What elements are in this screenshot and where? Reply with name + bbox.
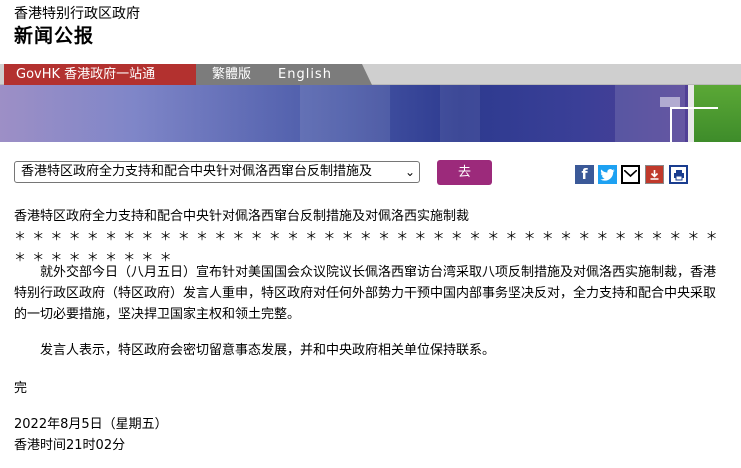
download-icon[interactable] bbox=[645, 165, 664, 184]
release-time: 香港时间21时02分 bbox=[14, 438, 126, 453]
article-paragraph: 就外交部今日（八月五日）宣布针对美国国会众议院议长佩洛西窜访台湾采取八项反制措施… bbox=[14, 265, 717, 322]
email-icon[interactable] bbox=[621, 165, 640, 184]
govhk-link[interactable]: GovHK 香港政府一站通 bbox=[4, 64, 206, 85]
go-button[interactable]: 去 bbox=[437, 160, 492, 185]
twitter-icon[interactable] bbox=[598, 165, 617, 184]
print-icon[interactable] bbox=[669, 165, 688, 184]
article-title: 香港特区政府全力支持和配合中央针对佩洛西窜台反制措施及对佩洛西实施制裁 bbox=[14, 209, 470, 224]
article-end-mark: 完 bbox=[14, 381, 28, 396]
top-nav-bar: GovHK 香港政府一站通 繁體版 English bbox=[0, 64, 741, 85]
press-release-select[interactable]: 香港特区政府全力支持和配合中央针对佩洛西窜台反制措施及 ⌄ bbox=[14, 161, 420, 183]
facebook-icon[interactable]: f bbox=[575, 165, 594, 184]
page-header: 香港特别行政区政府 新闻公报 bbox=[14, 5, 140, 49]
chevron-down-icon: ⌄ bbox=[404, 165, 415, 179]
english-link[interactable]: English bbox=[266, 64, 372, 85]
select-value: 香港特区政府全力支持和配合中央针对佩洛西窜台反制措施及 bbox=[21, 164, 373, 179]
article-paragraph: 发言人表示，特区政府会密切留意事态发展，并和中央政府相关单位保持联系。 bbox=[40, 343, 496, 358]
header-banner bbox=[0, 85, 741, 142]
release-date: 2022年8月5日（星期五） bbox=[14, 417, 168, 432]
page-title: 新闻公报 bbox=[14, 25, 95, 47]
org-name: 香港特别行政区政府 bbox=[14, 6, 140, 22]
traditional-chinese-link[interactable]: 繁體版 bbox=[196, 64, 276, 85]
